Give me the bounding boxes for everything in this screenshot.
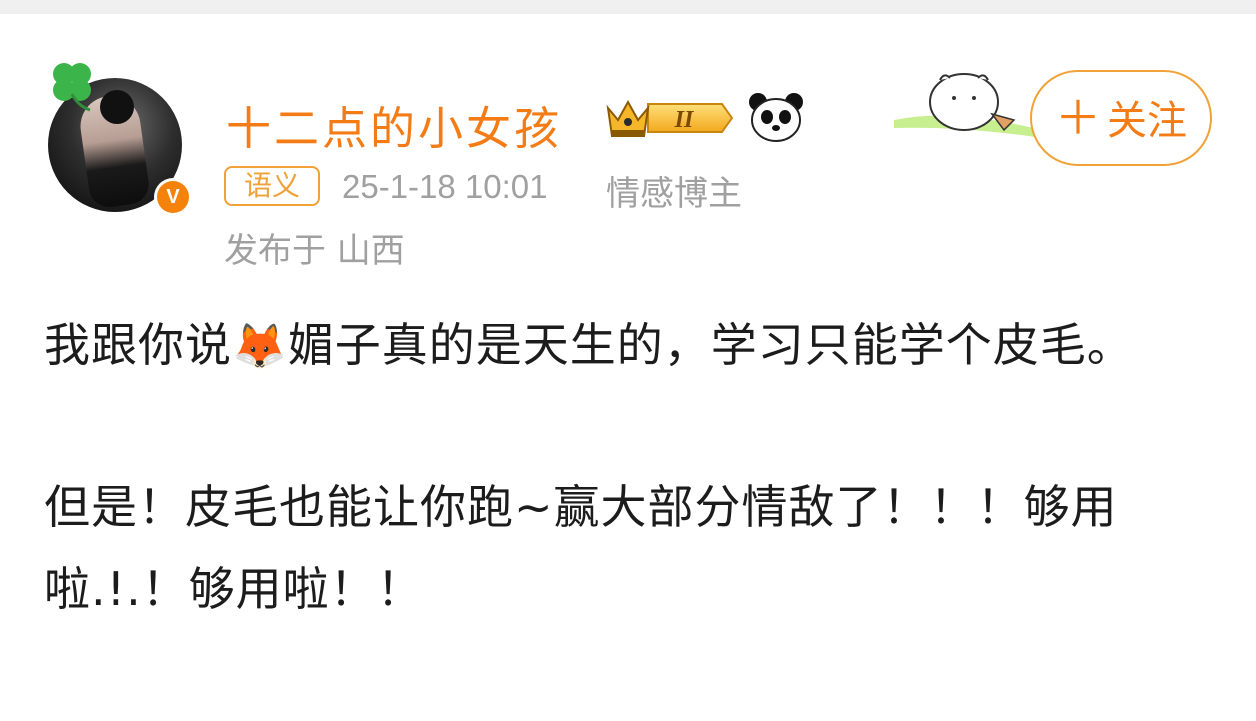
semantic-tag[interactable]: 语义 <box>224 166 320 206</box>
blogger-type-label: 情感博主 <box>606 174 742 214</box>
bear-decoration-icon <box>894 73 1042 138</box>
avatar-container[interactable]: V <box>46 63 192 216</box>
post-paragraph-1-rest: 媚子真的是天生的，学习只能学个皮毛。 <box>287 318 1134 372</box>
avatar-head <box>100 90 134 124</box>
panda-icon <box>749 93 803 142</box>
verified-badge: V <box>154 178 192 216</box>
weibo-post-card: V 十二点的小女孩 II 语义 25-1-18 10:01 情感博主 发布于 山… <box>0 14 1256 721</box>
fox-emoji-icon: 🦊 <box>232 321 288 372</box>
post-paragraph-1-start: 我跟你说 <box>44 318 232 372</box>
post-location: 发布于 山西 <box>224 231 405 271</box>
clover-icon <box>53 63 91 112</box>
follow-button[interactable]: ＋关注 <box>1030 70 1212 166</box>
verified-badge-label: V <box>157 181 189 213</box>
level-badge-label: II <box>674 107 695 133</box>
post-paragraph-1: 我跟你说🦊媚子真的是天生的，学习只能学个皮毛。 <box>44 304 1214 388</box>
crown-level-badge-icon[interactable]: II <box>604 94 736 142</box>
post-paragraph-2: 但是！皮毛也能让你跑~赢大部分情敌了！！！够用啦.!.！够用啦！！ <box>44 480 1118 616</box>
username[interactable]: 十二点的小女孩 <box>226 92 562 157</box>
post-content: 我跟你说🦊媚子真的是天生的，学习只能学个皮毛。 但是！皮毛也能让你跑~赢大部分情… <box>44 304 1214 630</box>
post-timestamp: 25-1-18 10:01 <box>342 168 548 205</box>
plus-icon: ＋ <box>1055 91 1101 145</box>
follow-button-label: 关注 <box>1107 98 1187 144</box>
status-bar-strip <box>0 0 1256 14</box>
